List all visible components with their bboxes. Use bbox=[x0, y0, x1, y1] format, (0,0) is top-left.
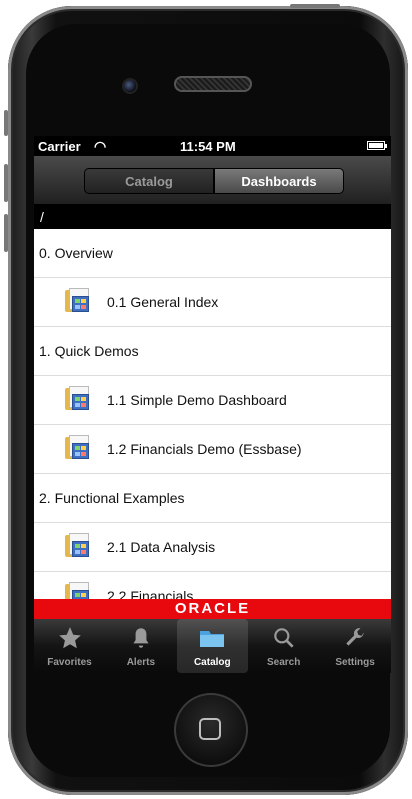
item-label: 1.2 Financials Demo (Essbase) bbox=[107, 441, 302, 457]
list-item[interactable]: 1.1 Simple Demo Dashboard bbox=[34, 376, 391, 425]
mute-switch bbox=[4, 110, 8, 136]
volume-up-button bbox=[4, 164, 8, 202]
tab-settings[interactable]: Settings bbox=[320, 619, 391, 673]
dashboard-list[interactable]: 0. Overview 0.1 General Index 1. Quick Dem… bbox=[34, 229, 391, 599]
front-camera bbox=[124, 80, 136, 92]
home-square-icon bbox=[199, 718, 221, 740]
tab-label: Favorites bbox=[47, 657, 92, 668]
clock: 11:54 PM bbox=[180, 139, 236, 154]
item-label: 0.1 General Index bbox=[107, 294, 219, 310]
dashboard-folder-icon bbox=[65, 533, 91, 559]
tab-label: Search bbox=[267, 657, 301, 668]
list-item[interactable]: 1.2 Financials Demo (Essbase) bbox=[34, 425, 391, 474]
segmented-control-bar: Catalog Dashboards bbox=[34, 156, 391, 205]
wrench-icon bbox=[320, 625, 391, 651]
search-icon bbox=[248, 625, 319, 651]
bell-icon bbox=[105, 625, 176, 651]
section-header: 1. Quick Demos bbox=[34, 327, 391, 376]
tab-label: Alerts bbox=[126, 657, 156, 668]
item-label: 1.1 Simple Demo Dashboard bbox=[107, 392, 287, 408]
section-label: 2. Functional Examples bbox=[39, 490, 185, 506]
folder-icon bbox=[177, 625, 248, 651]
volume-down-button bbox=[4, 214, 8, 252]
section-header: 0. Overview bbox=[34, 229, 391, 278]
section-label: 1. Quick Demos bbox=[39, 343, 139, 359]
tab-favorites[interactable]: Favorites bbox=[34, 619, 105, 673]
section-header: 2. Functional Examples bbox=[34, 474, 391, 523]
item-label: 2.1 Data Analysis bbox=[107, 539, 216, 555]
tab-alerts[interactable]: Alerts bbox=[105, 619, 176, 673]
section-label: 0. Overview bbox=[39, 245, 113, 261]
item-label: 2.2 Financials bbox=[107, 588, 194, 599]
breadcrumb: / bbox=[34, 205, 391, 229]
earpiece-speaker bbox=[174, 76, 252, 92]
app-screen: Carrier ◠ 11:54 PM Catalog Dashboards / … bbox=[34, 136, 391, 673]
bottom-tab-bar: Favorites Alerts Catalog Search Settings bbox=[34, 619, 391, 673]
status-bar: Carrier ◠ 11:54 PM bbox=[34, 136, 391, 156]
tab-catalog[interactable]: Catalog bbox=[176, 619, 248, 673]
path-label: / bbox=[40, 209, 44, 225]
list-item[interactable]: 2.2 Financials bbox=[34, 572, 391, 599]
oracle-logo-banner: ORACLE bbox=[34, 599, 391, 619]
tab-label: Catalog bbox=[193, 657, 231, 668]
tab-dashboards[interactable]: Dashboards bbox=[214, 168, 344, 194]
dashboard-folder-icon bbox=[65, 435, 91, 461]
battery-icon bbox=[367, 141, 387, 150]
home-button[interactable] bbox=[174, 693, 248, 767]
tab-catalog[interactable]: Catalog bbox=[84, 168, 214, 194]
dashboard-folder-icon bbox=[65, 288, 91, 314]
list-item[interactable]: 0.1 General Index bbox=[34, 278, 391, 327]
power-button bbox=[290, 4, 340, 8]
dashboard-folder-icon bbox=[65, 582, 91, 599]
wifi-icon: ◠ bbox=[94, 138, 107, 154]
dashboard-folder-icon bbox=[65, 386, 91, 412]
tab-label: Settings bbox=[335, 657, 375, 668]
list-item[interactable]: 2.1 Data Analysis bbox=[34, 523, 391, 572]
tab-search[interactable]: Search bbox=[248, 619, 319, 673]
star-icon bbox=[34, 625, 105, 651]
carrier-label: Carrier bbox=[38, 139, 81, 154]
